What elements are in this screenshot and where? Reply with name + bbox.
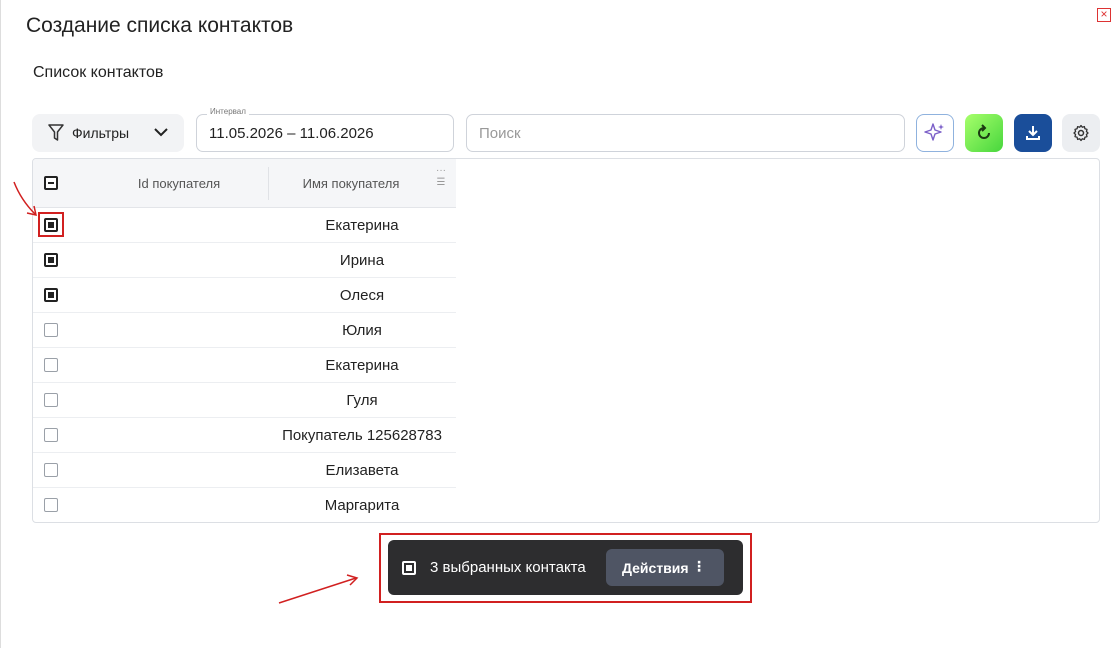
customer-name: Елизавета <box>325 461 399 479</box>
download-button[interactable] <box>1014 114 1052 152</box>
column-header-id[interactable]: Id покупателя <box>91 159 267 208</box>
sparkle-icon <box>924 123 944 141</box>
selection-bar: 3 выбранных контакта Действия ⋮ <box>388 540 743 595</box>
contacts-table: Id покупателя Имя покупателя ··· ☰ Екатер… <box>32 158 1100 523</box>
row-checkbox[interactable] <box>44 358 58 372</box>
refresh-button[interactable] <box>965 114 1003 152</box>
download-icon <box>1026 126 1040 140</box>
customer-name: Екатерина <box>325 216 399 234</box>
row-checkbox[interactable] <box>44 428 58 442</box>
ai-button[interactable] <box>916 114 954 152</box>
customer-name: Юлия <box>342 321 382 339</box>
create-contact-list-dialog: × Создание списка контактов Список конта… <box>0 0 1119 648</box>
filters-button[interactable]: Фильтры <box>32 114 184 152</box>
row-checkbox[interactable] <box>44 253 58 267</box>
chevron-down-icon <box>154 128 168 137</box>
table-row[interactable]: Гуля <box>33 383 456 418</box>
more-vertical-icon: ⋮ <box>692 558 706 574</box>
interval-field[interactable]: Интервал 11.05.2026 – 11.06.2026 <box>196 107 454 152</box>
settings-button[interactable] <box>1062 114 1100 152</box>
customer-name: Екатерина <box>325 356 399 374</box>
customer-name: Гуля <box>346 391 378 409</box>
filters-label: Фильтры <box>72 125 130 141</box>
funnel-icon <box>48 124 64 141</box>
toolbar: Фильтры Интервал 11.05.2026 – 11.06.2026 <box>32 107 1100 154</box>
close-icon[interactable]: × <box>1097 8 1111 22</box>
annotation-highlight-checkbox <box>38 212 64 237</box>
selection-checkbox[interactable] <box>402 561 416 575</box>
table-row[interactable]: Екатерина <box>33 208 456 243</box>
table-row[interactable]: Олеся <box>33 278 456 313</box>
customer-name: Ирина <box>339 251 385 269</box>
table-header: Id покупателя Имя покупателя ··· ☰ <box>33 159 456 208</box>
actions-label: Действия <box>622 559 689 576</box>
row-checkbox[interactable] <box>44 323 58 337</box>
row-checkbox[interactable] <box>44 393 58 407</box>
column-header-name[interactable]: Имя покупателя <box>269 159 433 208</box>
interval-value: 11.05.2026 – 11.06.2026 <box>209 125 374 142</box>
actions-button[interactable]: Действия ⋮ <box>606 549 724 586</box>
annotation-arrow-icon <box>278 574 359 604</box>
customer-name: Покупатель 125628783 <box>282 426 442 444</box>
select-all-checkbox[interactable] <box>44 176 58 190</box>
gear-icon <box>1073 124 1089 142</box>
table-row[interactable]: Елизавета <box>33 453 456 488</box>
table-row[interactable]: Маргарита <box>33 488 456 522</box>
interval-legend: Интервал <box>207 107 249 116</box>
row-checkbox[interactable] <box>44 498 58 512</box>
selected-count: 3 выбранных контакта <box>430 559 586 576</box>
table-row[interactable]: Юлия <box>33 313 456 348</box>
row-checkbox[interactable] <box>44 288 58 302</box>
row-checkbox[interactable] <box>44 463 58 477</box>
section-title: Список контактов <box>33 64 164 81</box>
table-row[interactable]: Ирина <box>33 243 456 278</box>
dialog-title: Создание списка контактов <box>26 14 294 37</box>
refresh-icon <box>978 124 990 139</box>
annotation-arrow-icon <box>13 181 37 216</box>
table-row[interactable]: Покупатель 125628783 <box>33 418 456 453</box>
customer-name: Олеся <box>339 286 385 304</box>
column-menu-icon[interactable]: ··· ☰ <box>431 165 451 201</box>
search-input[interactable] <box>466 114 905 152</box>
customer-name: Маргарита <box>324 496 400 514</box>
table-row[interactable]: Екатерина <box>33 348 456 383</box>
